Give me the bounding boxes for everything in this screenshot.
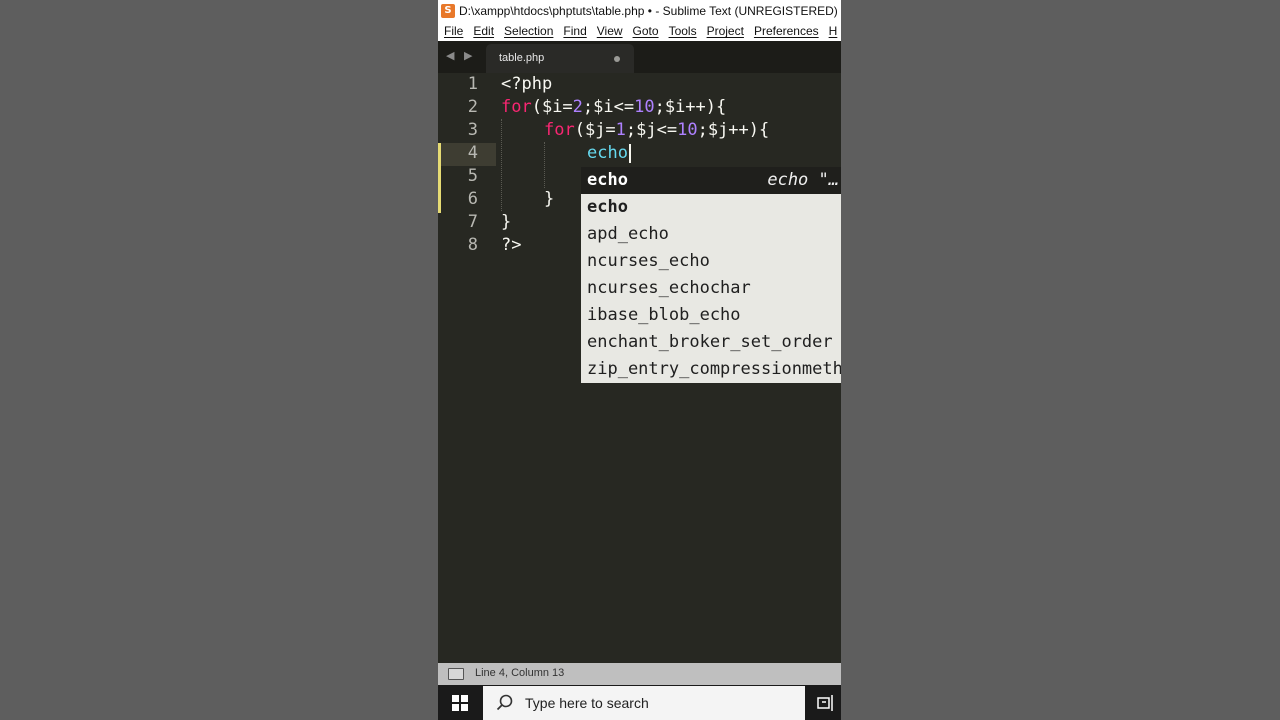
typed-keyword: echo [587,143,628,163]
autocomplete-item[interactable]: apd_echo [581,221,841,248]
code-fragment: ($i= [531,97,573,117]
line-number: 3 [467,120,478,140]
number-literal: 2 [572,97,583,117]
autocomplete-item[interactable]: echo [581,194,841,221]
tab-label: table.php [499,52,545,64]
search-icon [496,694,513,711]
menu-help[interactable]: H [829,24,838,38]
tab-bar: ◀ ▶ table.php [438,41,841,73]
sublime-text-window: S D:\xampp\htdocs\phptuts\table.php • - … [438,0,841,720]
text-caret [628,143,631,163]
menu-project[interactable]: Project [707,24,744,38]
autocomplete-label: echo [587,197,628,217]
unsaved-dot-icon[interactable] [614,56,620,62]
autocomplete-item-selected[interactable]: echo echo "… [581,167,841,194]
keyword: for [544,120,575,140]
menu-tools[interactable]: Tools [669,24,697,38]
line-number: 4 [467,143,478,163]
line-number: 8 [467,235,478,255]
code-editor[interactable]: 1 <?php 2 for($i=2;$i<=10;$i++){ 3 for($… [438,73,841,663]
autocomplete-label: ibase_blob_echo [587,305,741,325]
code-text: } [544,189,555,209]
code-fragment: ;$i++){ [654,97,727,117]
search-placeholder: Type here to search [525,695,649,711]
number-literal: 1 [615,120,626,140]
code-text: echo [587,142,631,165]
autocomplete-item[interactable]: enchant_broker_set_order [581,329,841,356]
code-text: for($j=1;$j<=10;$j++){ [544,119,769,142]
autocomplete-label: ncurses_echo [587,251,710,271]
status-bar: Line 4, Column 13 [438,663,841,685]
line-number: 1 [467,74,478,94]
windows-taskbar: Type here to search [438,685,841,720]
line-number: 6 [467,189,478,209]
code-line: 4 echo [438,142,841,165]
title-bar: S D:\xampp\htdocs\phptuts\table.php • - … [438,0,841,21]
task-view-icon[interactable] [816,693,836,713]
menu-edit[interactable]: Edit [473,24,494,38]
autocomplete-popup[interactable]: echo echo "… echo apd_echo ncurses_echo … [581,167,841,383]
autocomplete-item[interactable]: zip_entry_compressionmethod [581,356,841,383]
autocomplete-label: echo [587,170,628,190]
sublime-logo-icon: S [441,3,455,18]
autocomplete-label: zip_entry_compressionmethod [587,359,841,379]
menu-bar: File Edit Selection Find View Goto Tools… [438,21,841,41]
code-text: <?php [501,74,553,94]
menu-file[interactable]: File [444,24,463,38]
number-literal: 10 [634,97,655,117]
code-text: ?> [501,235,522,255]
code-text: for($i=2;$i<=10;$i++){ [501,96,726,119]
code-text: } [501,212,512,232]
number-literal: 10 [677,120,698,140]
line-number: 7 [467,212,478,232]
start-button[interactable] [438,685,482,720]
menu-find[interactable]: Find [563,24,586,38]
autocomplete-label: enchant_broker_set_order [587,332,833,352]
menu-goto[interactable]: Goto [633,24,659,38]
menu-selection[interactable]: Selection [504,24,553,38]
menu-view[interactable]: View [597,24,623,38]
autocomplete-label: apd_echo [587,224,669,244]
autocomplete-item[interactable]: ncurses_echo [581,248,841,275]
code-line: 3 for($j=1;$j<=10;$j++){ [438,119,841,142]
autocomplete-label: ncurses_echochar [587,278,751,298]
window-title: D:\xampp\htdocs\phptuts\table.php • - Su… [459,3,838,18]
line-number: 5 [467,166,478,186]
windows-logo-icon [452,694,468,711]
panel-toggle-icon[interactable] [448,668,464,680]
cursor-position: Line 4, Column 13 [475,667,565,679]
code-fragment: ;$j<= [625,120,678,140]
tab-table-php[interactable]: table.php [486,44,634,73]
keyword: for [501,97,532,117]
code-line: 2 for($i=2;$i<=10;$i++){ [438,96,841,119]
autocomplete-item[interactable]: ibase_blob_echo [581,302,841,329]
tab-nav-arrows-icon[interactable]: ◀ ▶ [446,49,475,62]
autocomplete-hint: echo "… [767,170,839,190]
code-fragment: ;$i<= [582,97,635,117]
line-number: 2 [467,97,478,117]
taskbar-search-box[interactable]: Type here to search [483,686,805,720]
menu-preferences[interactable]: Preferences [754,24,819,38]
code-line: 1 <?php [438,73,841,96]
code-fragment: ($j= [574,120,616,140]
code-fragment: ;$j++){ [697,120,770,140]
autocomplete-item[interactable]: ncurses_echochar [581,275,841,302]
